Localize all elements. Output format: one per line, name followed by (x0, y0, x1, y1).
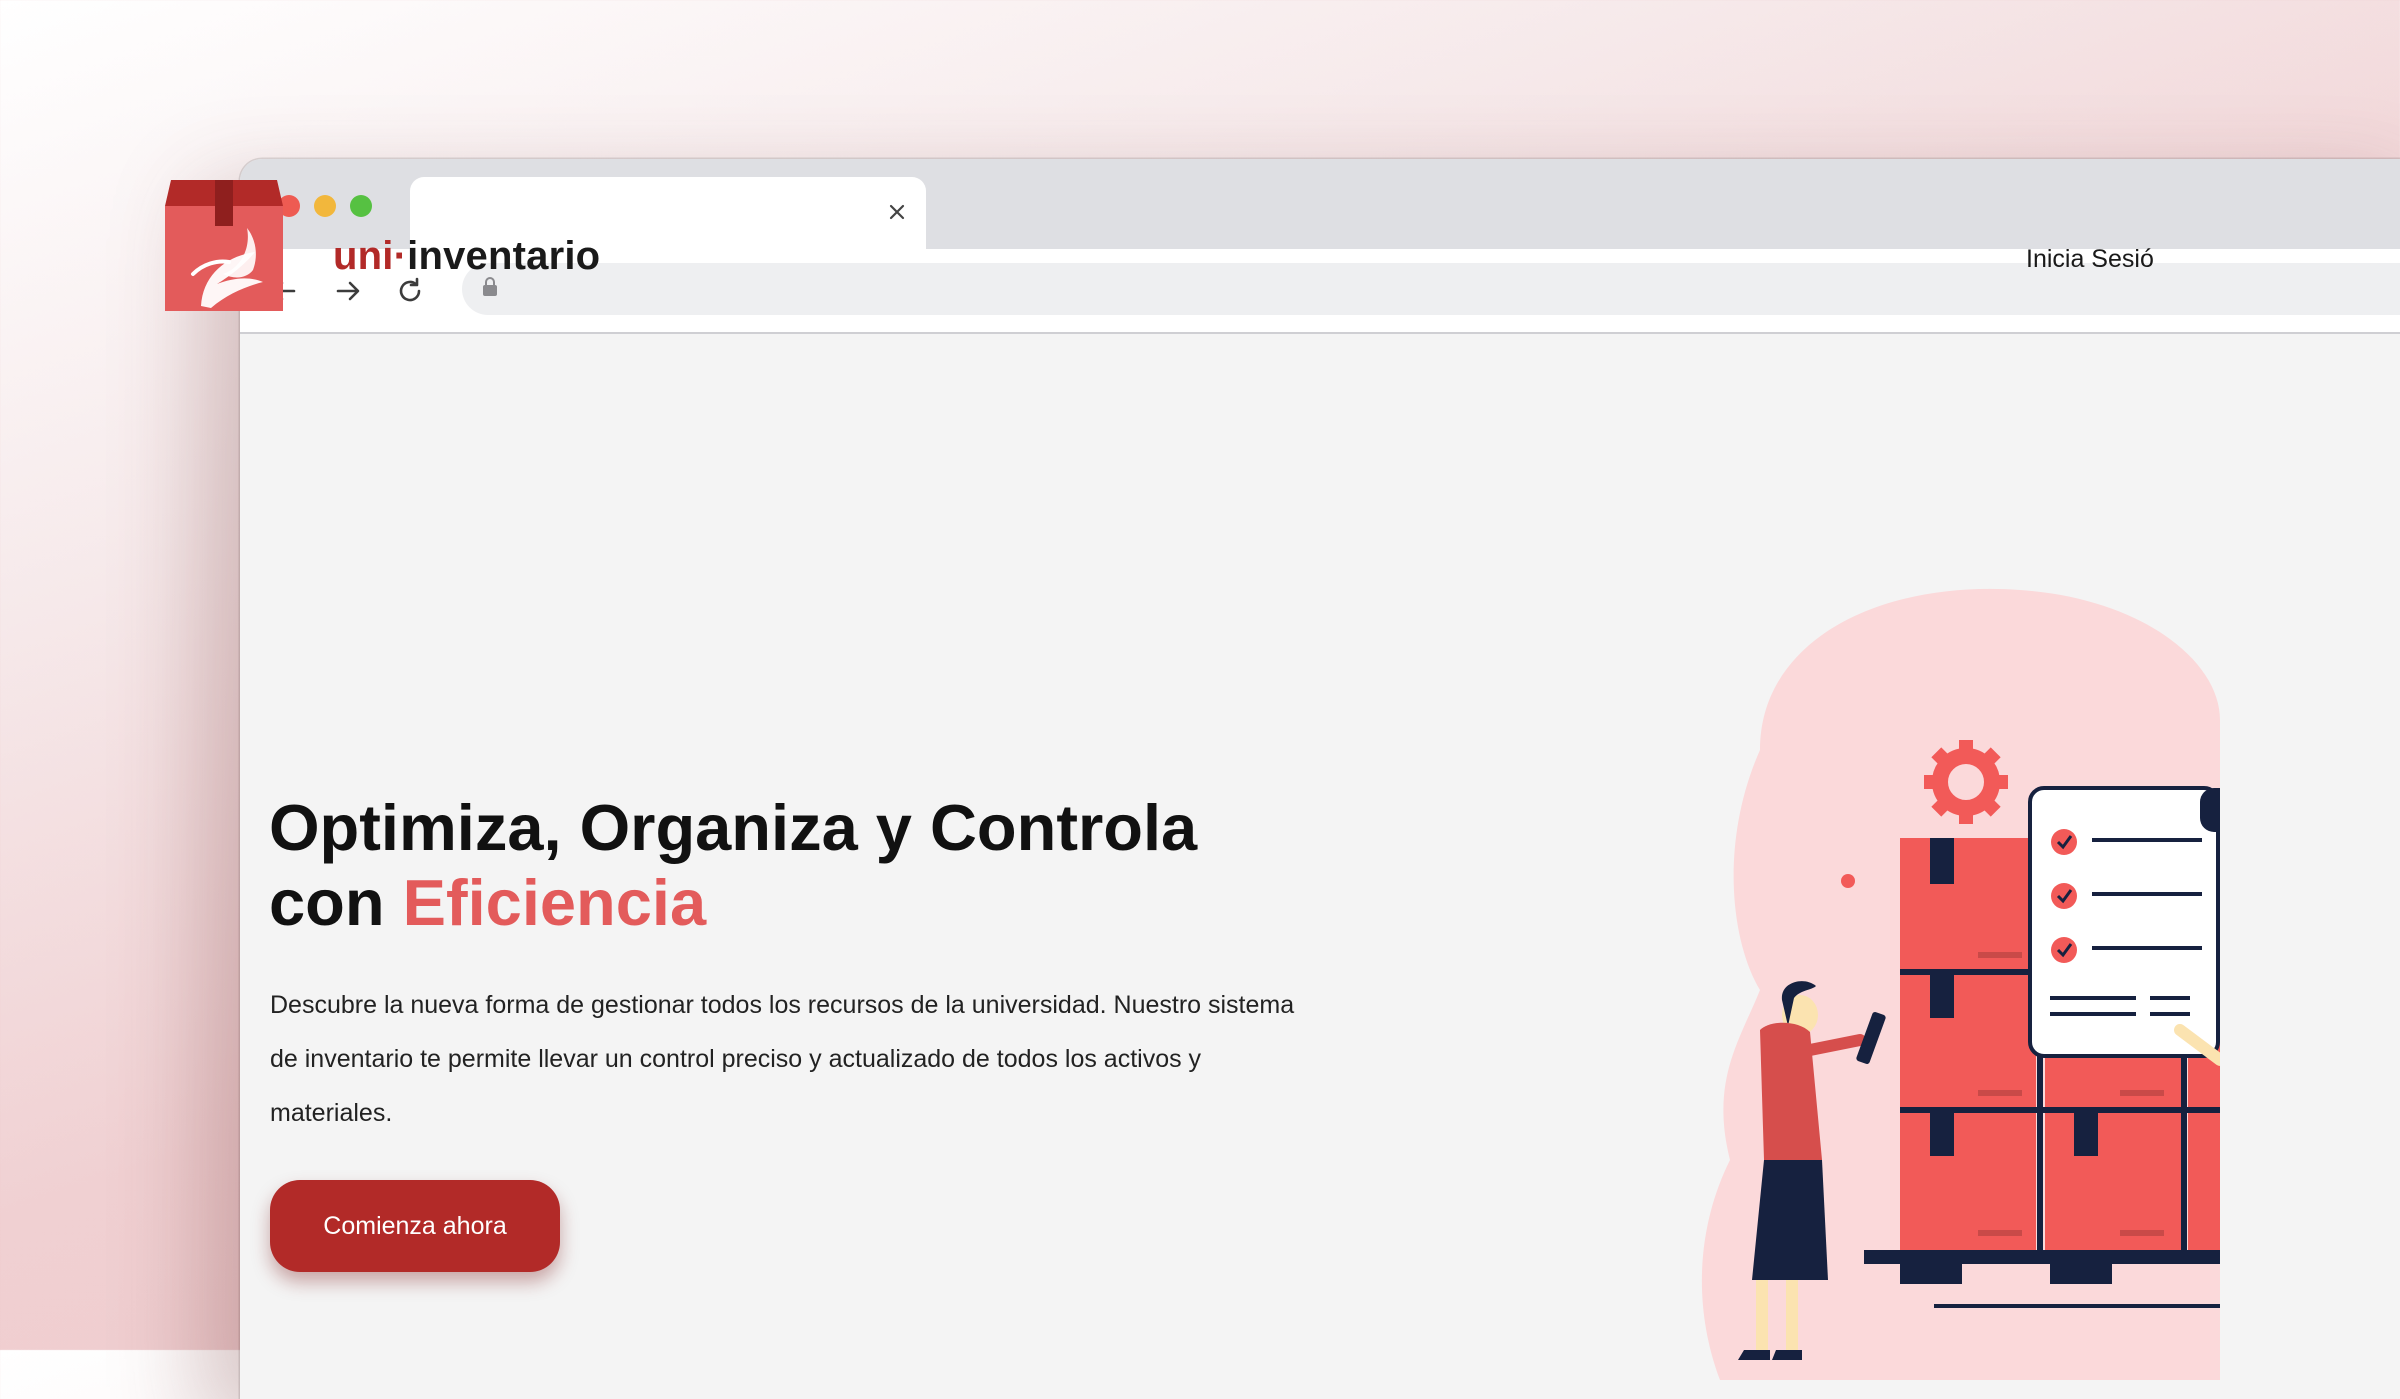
inventory-illustration (1460, 520, 2324, 1380)
start-now-button[interactable]: Comienza ahora (270, 1180, 560, 1272)
hero-title-line1: Optimiza, Organiza y Controla (269, 791, 1198, 864)
logo-icon[interactable] (163, 178, 285, 313)
brand-suffix: inventario (407, 234, 601, 278)
brand-separator: · (393, 234, 408, 278)
hero-title-highlight: Eficiencia (402, 866, 707, 939)
maximize-window-button[interactable] (350, 195, 372, 217)
hero-title: Optimiza, Organiza y Controla con Eficie… (269, 790, 1369, 940)
minimize-window-button[interactable] (314, 195, 336, 217)
close-icon[interactable] (882, 197, 912, 227)
hero-title-line2: con (269, 866, 403, 939)
hero-description: Descubre la nueva forma de gestionar tod… (270, 991, 1295, 1127)
lock-icon (482, 277, 502, 301)
brand-name[interactable]: uni·inventario (333, 234, 600, 279)
brand-prefix: uni (333, 234, 394, 278)
login-link[interactable]: Inicia Sesió (2026, 245, 2154, 274)
